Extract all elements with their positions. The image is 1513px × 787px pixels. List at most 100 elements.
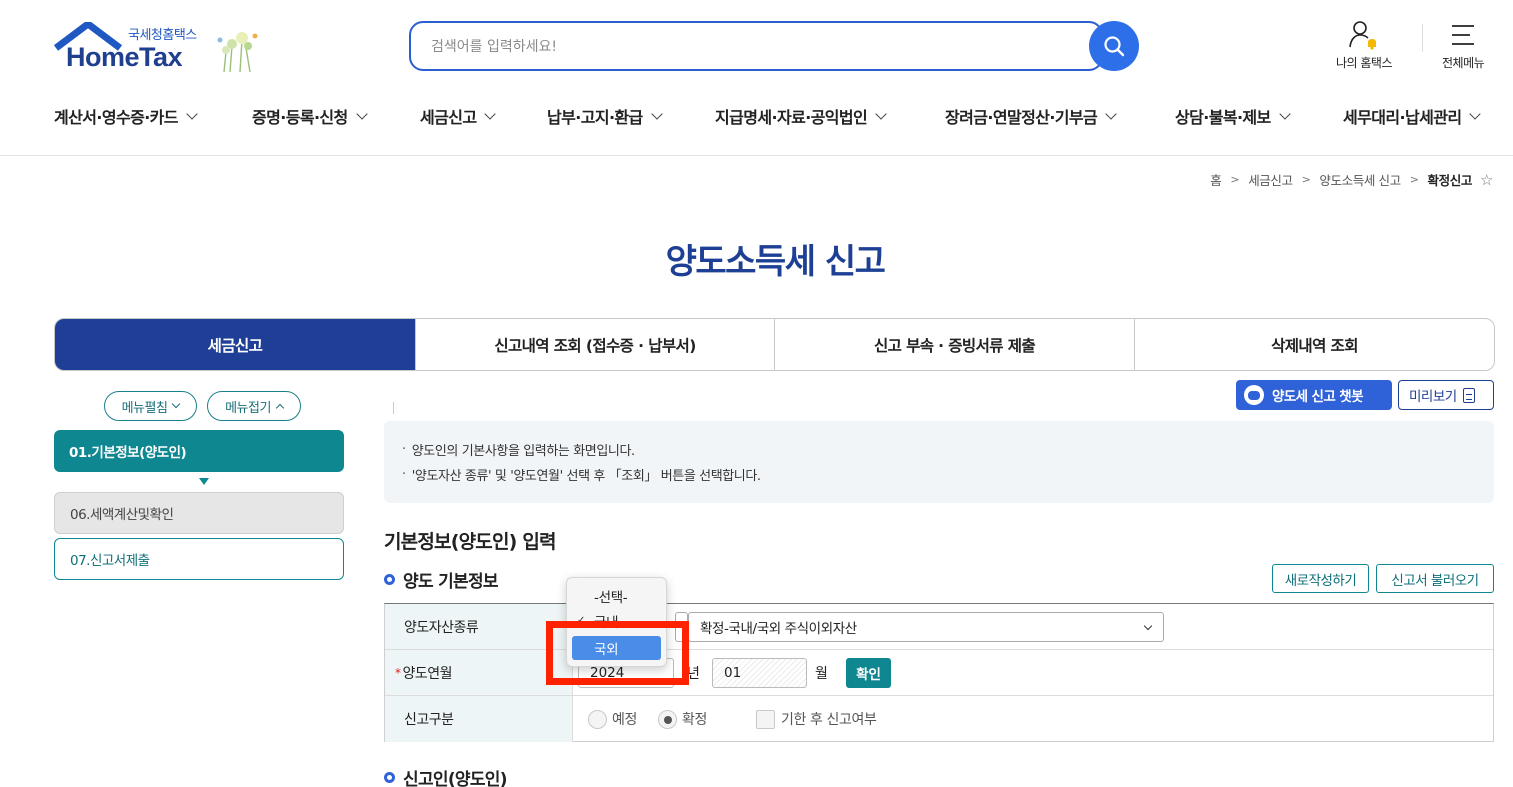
menu-collapse-button[interactable]: 메뉴접기 xyxy=(207,391,301,421)
subsection-label: 양도 기본정보 xyxy=(403,572,499,592)
step-basic-info[interactable]: 01.기본정보(양도인) xyxy=(54,430,344,472)
chatbot-label: 양도세 신고 챗봇 xyxy=(1272,389,1364,405)
table-row: 신고구분 예정 확정 기한 후 신고여부 xyxy=(385,695,1493,742)
gnb-label: 세금신고 xyxy=(420,108,477,127)
gnb-label: 증명·등록·신청 xyxy=(252,108,348,127)
gnb-label: 장려금·연말정산·기부금 xyxy=(945,108,1098,127)
hometax-logo[interactable]: 국세청홈택스 HomeTax xyxy=(54,22,269,76)
header-divider xyxy=(1422,24,1423,52)
bullet-circle-icon xyxy=(384,772,395,783)
chevron-down-icon xyxy=(186,108,198,120)
chevron-down-icon xyxy=(1279,108,1291,120)
search-bar xyxy=(409,21,1139,71)
chevron-down-icon xyxy=(1105,108,1117,120)
gnb-label: 계산서·영수증·카드 xyxy=(54,108,179,127)
logo-subtitle: 국세청홈택스 xyxy=(128,28,197,43)
content-divider xyxy=(393,402,394,414)
chevron-down-icon xyxy=(651,108,663,120)
gnb-item-payment[interactable]: 납부·고지·환급 xyxy=(547,104,663,128)
month-input[interactable]: 01 xyxy=(712,658,807,688)
gnb-item-incentive[interactable]: 장려금·연말정산·기부금 xyxy=(945,104,1117,128)
radio-circle xyxy=(588,709,607,729)
global-navigation: 계산서·영수증·카드 증명·등록·신청 세금신고 납부·고지·환급 지급명세·자… xyxy=(0,96,1513,156)
asset-type-label: 양도자산종류 xyxy=(385,604,573,650)
gnb-label: 상담·불복·제보 xyxy=(1175,108,1271,127)
breadcrumb-current: 확정신고 xyxy=(1427,173,1473,188)
my-hometax-button[interactable]: 나의 홈택스 xyxy=(1336,20,1393,71)
menu-expand-label: 메뉴펼침 xyxy=(121,400,168,416)
search-icon xyxy=(1104,36,1125,57)
search-box xyxy=(409,21,1103,71)
notice-box: 양도인의 기본사항을 입력하는 화면입니다. '양도자산 종류' 및 '양도연월… xyxy=(384,421,1494,503)
radio-preliminary[interactable]: 예정 xyxy=(588,709,637,729)
breadcrumb-home[interactable]: 홈 xyxy=(1210,170,1222,189)
all-menu-label: 전체메뉴 xyxy=(1442,56,1485,70)
chevron-down-icon xyxy=(356,108,368,120)
gnb-label: 세무대리·납세관리 xyxy=(1343,108,1462,127)
gnb-item-invoice[interactable]: 계산서·영수증·카드 xyxy=(54,104,198,128)
report-type-label: 신고구분 xyxy=(385,696,573,742)
transfer-month-label: * 양도연월 xyxy=(385,650,573,696)
chevron-right-icon: > xyxy=(1301,173,1311,186)
document-icon xyxy=(1462,387,1475,403)
my-hometax-label: 나의 홈택스 xyxy=(1336,56,1393,70)
chevron-right-icon: > xyxy=(1409,173,1419,186)
gnb-label: 지급명세·자료·공익법인 xyxy=(715,108,868,127)
subsection-basic-info: 양도 기본정보 xyxy=(384,567,499,592)
flower-decoration-icon xyxy=(217,32,258,73)
subsection-reporter: 신고인(양도인) xyxy=(384,765,507,787)
confirm-button[interactable]: 확인 xyxy=(846,658,891,688)
late-filing-checkbox[interactable]: 기한 후 신고여부 xyxy=(756,709,877,729)
menu-collapse-label: 메뉴접기 xyxy=(225,400,271,416)
chevron-up-icon xyxy=(275,403,285,412)
radio-final-label: 확정 xyxy=(682,712,707,728)
gnb-item-agent[interactable]: 세무대리·납세관리 xyxy=(1343,104,1482,128)
tab-tax-report[interactable]: 세금신고 xyxy=(55,319,415,370)
favorite-star-icon[interactable]: ☆ xyxy=(1480,171,1493,189)
gnb-item-consulting[interactable]: 상담·불복·제보 xyxy=(1175,104,1291,128)
radio-circle-selected xyxy=(658,709,677,729)
step-arrow-icon xyxy=(199,478,209,485)
chevron-right-icon: > xyxy=(1230,173,1240,186)
step-tax-calculation[interactable]: 06.세액계산및확인 xyxy=(54,492,344,534)
asset-kind-select[interactable]: 확정-국내/국외 주식이외자산 xyxy=(688,612,1164,642)
radio-preliminary-label: 예정 xyxy=(612,712,637,728)
month-unit: 월 xyxy=(815,666,828,682)
search-button[interactable] xyxy=(1089,21,1139,71)
breadcrumb-level2[interactable]: 양도소득세 신고 xyxy=(1319,170,1401,189)
checkbox-box xyxy=(756,709,775,729)
highlight-box xyxy=(546,621,689,685)
late-filing-label: 기한 후 신고여부 xyxy=(781,712,877,728)
hamburger-menu-icon xyxy=(1452,25,1475,45)
chevron-down-icon xyxy=(172,399,181,409)
load-report-button[interactable]: 신고서 불러오기 xyxy=(1376,564,1494,593)
breadcrumb: 홈 > 세금신고 > 양도소득세 신고 > 확정신고 ☆ xyxy=(1210,170,1493,189)
logo-title: HomeTax xyxy=(66,42,183,72)
asset-kind-value: 확정-국내/국외 주식이외자산 xyxy=(700,621,857,637)
chatbot-button[interactable]: 양도세 신고 챗봇 xyxy=(1236,380,1392,410)
tab-deleted-history[interactable]: 삭제내역 조회 xyxy=(1134,319,1494,370)
page-title: 양도소득세 신고 xyxy=(665,242,886,282)
breadcrumb-level1[interactable]: 세금신고 xyxy=(1248,170,1293,189)
bullet-circle-icon xyxy=(384,574,395,585)
gnb-item-tax-report[interactable]: 세금신고 xyxy=(420,104,497,128)
gnb-item-certificate[interactable]: 증명·등록·신청 xyxy=(252,104,368,128)
tab-report-history[interactable]: 신고내역 조회 (접수증 · 납부서) xyxy=(415,319,774,370)
notice-line: 양도인의 기본사항을 입력하는 화면입니다. xyxy=(402,437,1476,462)
tab-supporting-docs[interactable]: 신고 부속 · 증빙서류 제출 xyxy=(774,319,1134,370)
menu-expand-button[interactable]: 메뉴펼침 xyxy=(104,391,197,421)
preview-button[interactable]: 미리보기 xyxy=(1398,380,1494,410)
notice-line: '양도자산 종류' 및 '양도연월' 선택 후 「조회」 버튼을 선택합니다. xyxy=(402,462,1476,487)
search-input[interactable] xyxy=(431,35,1071,59)
all-menu-button[interactable]: 전체메뉴 xyxy=(1442,20,1485,71)
subsection-label: 신고인(양도인) xyxy=(403,770,507,787)
new-write-button[interactable]: 새로작성하기 xyxy=(1272,564,1369,593)
chevron-down-icon xyxy=(484,108,497,120)
radio-final[interactable]: 확정 xyxy=(658,709,707,729)
dropdown-option-select[interactable]: -선택- xyxy=(567,584,666,608)
section-title: 기본정보(양도인) 입력 xyxy=(384,531,557,553)
gnb-item-statement[interactable]: 지급명세·자료·공익법인 xyxy=(715,104,887,128)
transfer-month-text: 양도연월 xyxy=(402,666,453,682)
required-mark: * xyxy=(395,666,401,680)
step-submit[interactable]: 07.신고서제출 xyxy=(54,538,344,580)
